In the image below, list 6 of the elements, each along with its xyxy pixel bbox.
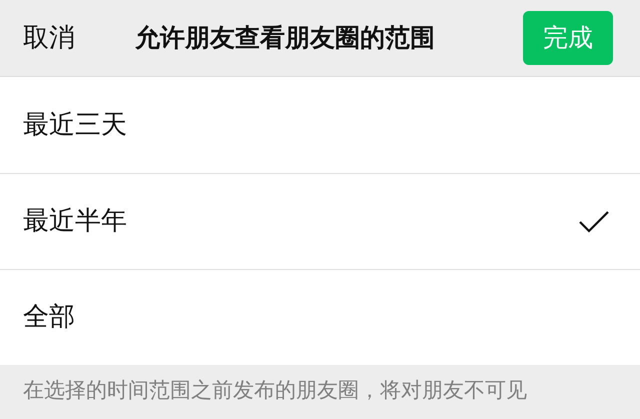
footnote-text: 在选择的时间范围之前发布的朋友圈，将对朋友不可见 xyxy=(22,377,528,404)
page-title: 允许朋友查看朋友圈的范围 xyxy=(135,22,436,54)
option-item[interactable]: 全部 xyxy=(0,269,640,365)
cancel-button[interactable]: 取消 xyxy=(23,18,75,58)
option-item[interactable]: 最近半年 xyxy=(0,173,640,269)
option-item[interactable]: 最近三天 xyxy=(0,77,640,173)
